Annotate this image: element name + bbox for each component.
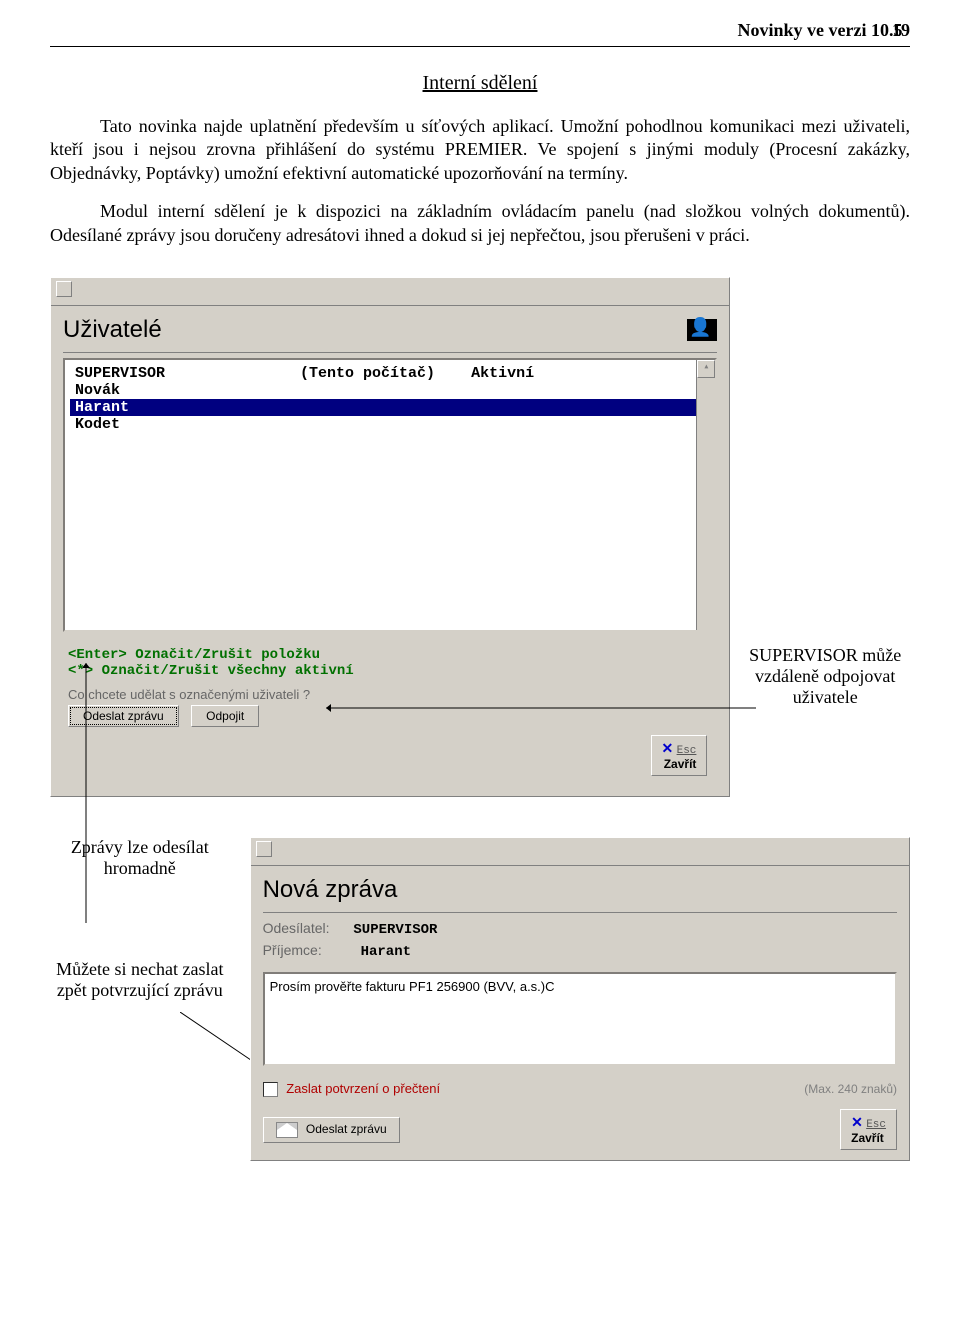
paragraph-1: Tato novinka najde uplatnění především u… <box>50 115 910 185</box>
compose-send-button[interactable]: Odeslat zprávu <box>263 1117 400 1143</box>
header-rule <box>50 46 910 47</box>
recipient-label: Příjemce: <box>263 942 322 958</box>
titlebar <box>51 278 729 306</box>
close-x-icon: ✕ <box>851 1114 863 1130</box>
envelope-icon <box>276 1122 298 1138</box>
max-chars-label: (Max. 240 znaků) <box>804 1082 897 1096</box>
section-title: Interní sdělení <box>50 72 910 95</box>
page-header-title: Novinky ve verzi 10.5 <box>738 20 903 40</box>
prompt-text: Co chcete udělat s označenými uživateli … <box>63 687 717 702</box>
annotation-supervisor: SUPERVISOR může vzdáleně odpojovat uživa… <box>740 645 910 708</box>
compose-close-button[interactable]: ✕ Esc Zavřít <box>840 1109 897 1150</box>
sender-row: Odesílatel: SUPERVISOR <box>263 918 897 940</box>
confirm-label: Zaslat potvrzení o přečtení <box>286 1081 440 1096</box>
user-row-novak[interactable]: Novák <box>70 382 710 399</box>
close-label: Zavřít <box>664 757 697 771</box>
page-number: 19 <box>892 20 910 40</box>
users-title-text: Uživatelé <box>63 316 162 344</box>
users-icon <box>687 319 717 341</box>
scrollbar[interactable]: ▴ <box>696 360 715 630</box>
message-body-input[interactable]: Prosím prověřte fakturu PF1 256900 (BVV,… <box>263 972 897 1066</box>
annotation-bulk-send: Zprávy lze odesílat hromadně <box>50 837 230 879</box>
compose-title-text: Nová zpráva <box>263 876 398 904</box>
users-panel-title: Uživatelé <box>63 316 717 353</box>
sender-value: SUPERVISOR <box>353 922 437 938</box>
user-row-kodet[interactable]: Kodet <box>70 416 710 433</box>
user-row-harant[interactable]: Harant <box>70 399 710 416</box>
system-menu-icon[interactable] <box>56 281 72 297</box>
confirm-checkbox[interactable] <box>263 1082 278 1097</box>
user-row-supervisor[interactable]: SUPERVISOR (Tento počítač) Aktivní <box>70 365 710 382</box>
close-button[interactable]: ✕ Esc Zavřít <box>651 735 708 776</box>
annotation-confirm-receipt: Můžete si nechat zaslat zpět potvrzující… <box>50 959 230 1001</box>
sender-label: Odesílatel: <box>263 920 330 936</box>
compose-window: Nová zpráva Odesílatel: SUPERVISOR Příje… <box>250 837 910 1161</box>
hint-star: <*> Označit/Zrušit všechny aktivní <box>63 663 717 679</box>
recipient-value: Harant <box>361 944 411 960</box>
paragraph-2: Modul interní sdělení je k dispozici na … <box>50 200 910 247</box>
users-window: Uživatelé SUPERVISOR (Tento počítač) Akt… <box>50 277 730 797</box>
hint-enter: <Enter> Označit/Zrušit položku <box>63 647 717 663</box>
disconnect-button[interactable]: Odpojit <box>191 705 259 727</box>
esc-label: Esc <box>866 1119 886 1131</box>
compose-title: Nová zpráva <box>263 876 897 913</box>
compose-send-label: Odeslat zprávu <box>306 1122 387 1136</box>
close-x-icon: ✕ <box>662 740 674 756</box>
system-menu-icon[interactable] <box>256 841 272 857</box>
esc-label: Esc <box>677 745 697 757</box>
send-message-button[interactable]: Odeslat zprávu <box>68 705 179 727</box>
scroll-up-icon[interactable]: ▴ <box>697 360 715 378</box>
users-listbox[interactable]: SUPERVISOR (Tento počítač) Aktivní Novák… <box>63 358 717 632</box>
recipient-row: Příjemce: Harant <box>263 940 897 962</box>
compose-titlebar <box>251 838 909 866</box>
close-label: Zavřít <box>851 1131 884 1145</box>
confirm-checkbox-container[interactable]: Zaslat potvrzení o přečtení <box>263 1081 441 1097</box>
